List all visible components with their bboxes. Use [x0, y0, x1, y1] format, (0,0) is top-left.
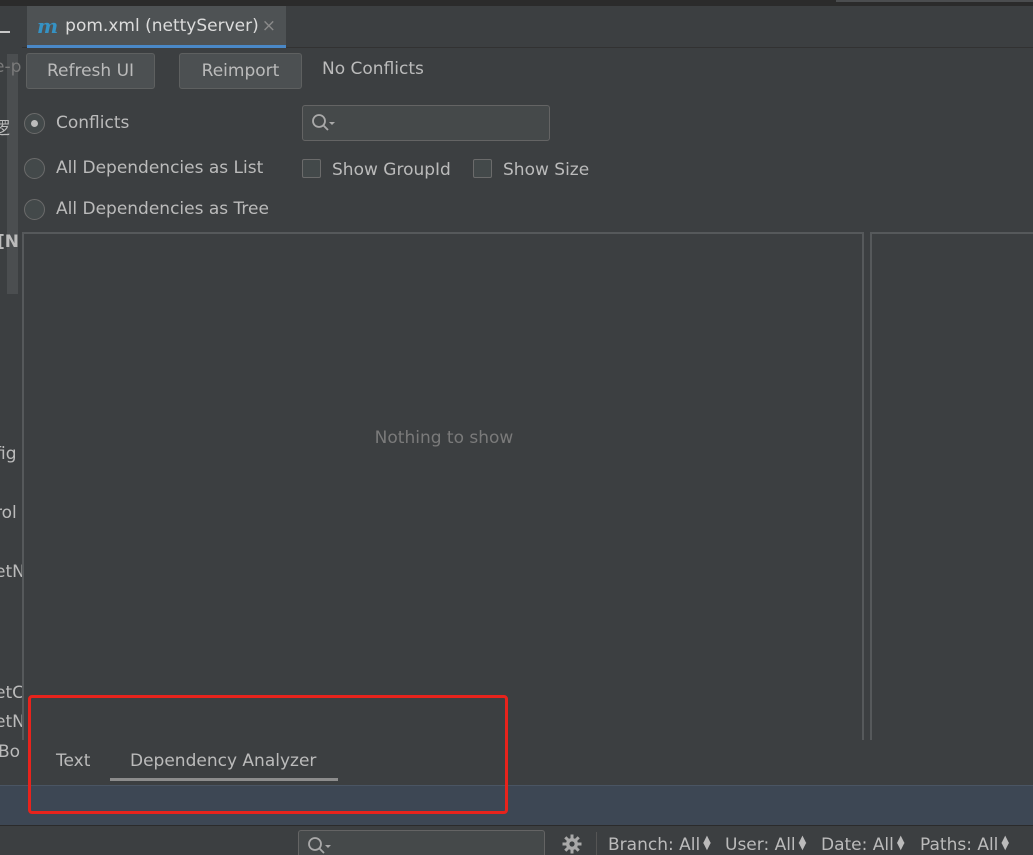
- gutter-fragment: etN: [0, 712, 22, 732]
- vcs-search-input[interactable]: [298, 830, 545, 855]
- gutter-fragment: fig: [0, 444, 17, 464]
- paths-filter[interactable]: Paths: All ▲ ▼: [920, 835, 1009, 855]
- sort-arrows-icon: ▲ ▼: [1001, 834, 1010, 852]
- show-size-checkbox[interactable]: [473, 159, 492, 178]
- search-icon: [308, 837, 331, 854]
- tree-radio-label[interactable]: All Dependencies as Tree: [56, 199, 269, 219]
- annotation-highlight-box: [28, 695, 508, 814]
- conflicts-status: No Conflicts: [322, 59, 424, 79]
- show-size-label[interactable]: Show Size: [503, 160, 589, 180]
- dependency-detail-panel[interactable]: [870, 232, 1033, 740]
- vcs-log-toolbar: Branch: All ▲ ▼ User: All ▲ ▼ Date: All ▲ ▼ Pa…: [0, 825, 1033, 855]
- gutter-fragment: rol: [0, 503, 17, 523]
- left-gutter: e-p 逻 [N fig rol etN etC etN Bo: [0, 6, 22, 788]
- tree-radio[interactable]: [24, 199, 45, 220]
- gutter-fragment: e-p: [0, 57, 22, 77]
- gutter-fragment: [N: [0, 232, 19, 252]
- show-groupid-label[interactable]: Show GroupId: [332, 160, 451, 180]
- close-icon[interactable]: ×: [262, 16, 276, 36]
- gutter-scrollbar[interactable]: [7, 54, 18, 294]
- list-radio-label[interactable]: All Dependencies as List: [56, 158, 263, 178]
- maven-m-icon: m: [37, 13, 59, 38]
- dependency-list-panel[interactable]: Nothing to show: [22, 232, 864, 740]
- user-filter[interactable]: User: All ▲ ▼: [725, 835, 806, 855]
- conflicts-radio-label[interactable]: Conflicts: [56, 113, 129, 133]
- gear-icon[interactable]: [562, 834, 582, 854]
- paths-filter-label: Paths: All: [920, 835, 999, 855]
- editor-tab-bar: m pom.xml (nettyServer) ×: [22, 6, 1033, 48]
- gutter-fragment: Bo: [0, 742, 21, 762]
- date-filter[interactable]: Date: All ▲ ▼: [821, 835, 905, 855]
- gutter-fragment: etN: [0, 562, 22, 582]
- list-radio[interactable]: [24, 158, 45, 179]
- branch-filter-label: Branch: All: [608, 835, 701, 855]
- date-filter-label: Date: All: [821, 835, 894, 855]
- top-strip-accent: [836, 0, 1033, 2]
- reimport-button[interactable]: Reimport: [179, 53, 302, 89]
- sort-arrows-icon: ▲ ▼: [703, 834, 711, 852]
- search-icon: [312, 114, 335, 131]
- dependency-search-input[interactable]: [302, 105, 550, 141]
- conflicts-radio[interactable]: [24, 113, 45, 134]
- editor-tab-pom[interactable]: m pom.xml (nettyServer) ×: [27, 6, 286, 48]
- show-groupid-checkbox[interactable]: [302, 159, 321, 178]
- empty-state-text: Nothing to show: [374, 428, 514, 448]
- toolbar-divider: [596, 832, 597, 855]
- gutter-fragment: 逻: [0, 119, 10, 139]
- branch-filter[interactable]: Branch: All ▲ ▼: [608, 835, 711, 855]
- sort-arrows-icon: ▲ ▼: [798, 834, 807, 852]
- gutter-fragment: etC: [0, 683, 22, 703]
- editor-tab-label: pom.xml (nettyServer): [65, 15, 259, 36]
- refresh-ui-button[interactable]: Refresh UI: [26, 53, 155, 89]
- sort-arrows-icon: ▲ ▼: [896, 834, 905, 852]
- minimize-dash-icon[interactable]: [0, 31, 10, 33]
- user-filter-label: User: All: [725, 835, 796, 855]
